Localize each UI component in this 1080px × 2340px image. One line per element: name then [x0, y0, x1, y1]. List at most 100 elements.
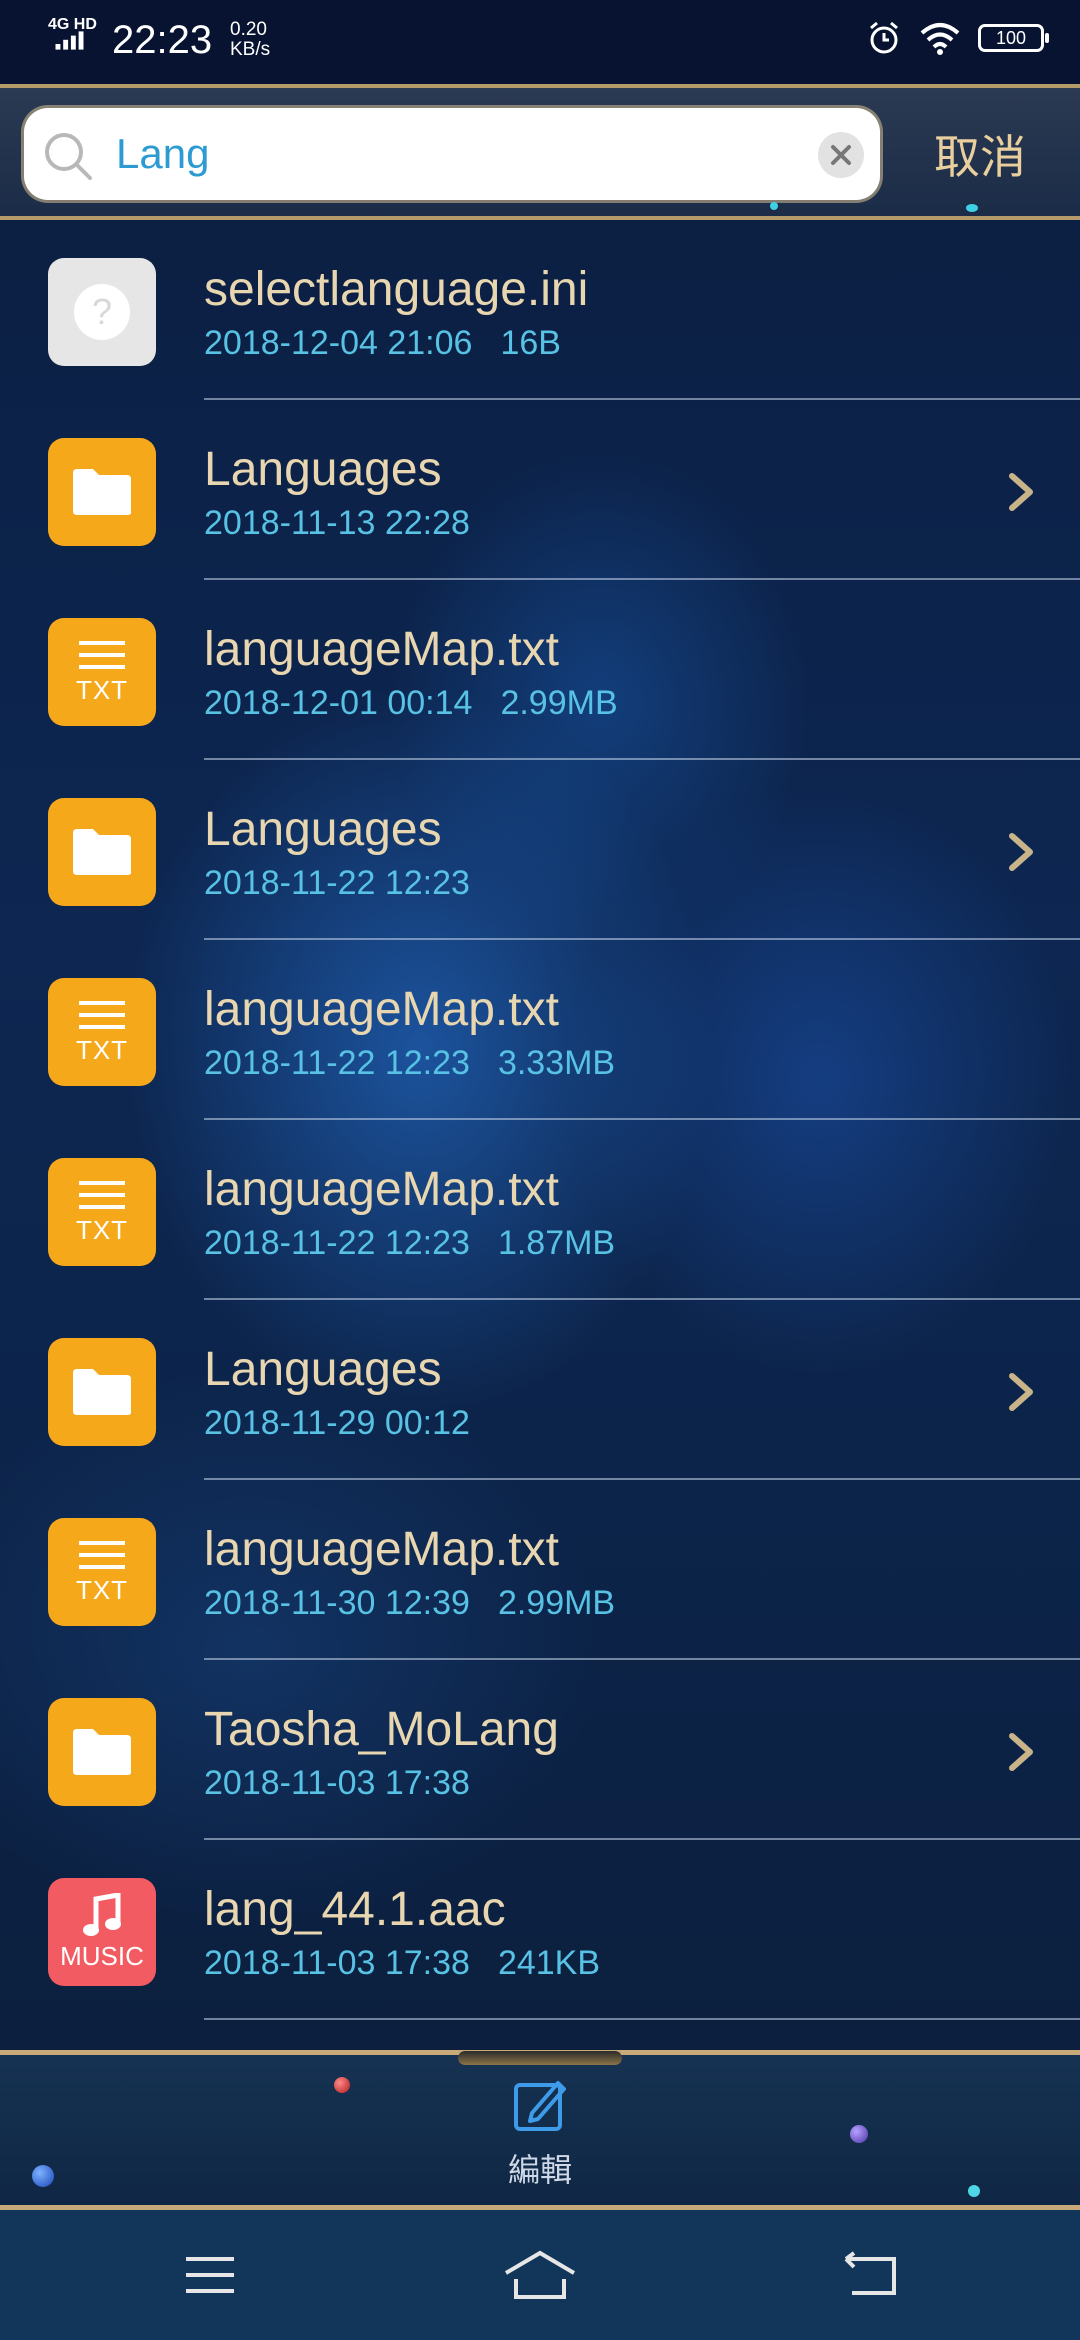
- file-date: 2018-12-01 00:14: [204, 684, 473, 722]
- back-button[interactable]: [830, 2240, 910, 2310]
- clear-search-button[interactable]: [818, 132, 864, 178]
- menu-button[interactable]: [170, 2240, 250, 2310]
- file-name: languageMap.txt: [204, 623, 559, 676]
- home-button[interactable]: [500, 2240, 580, 2310]
- search-icon: [45, 133, 92, 180]
- decorative-orb: [850, 2125, 868, 2143]
- text-file-icon: TXT: [48, 1158, 156, 1266]
- clock: 22:23: [112, 18, 213, 62]
- file-name: languageMap.txt: [204, 1163, 559, 1216]
- wifi-icon: [920, 23, 960, 55]
- search-field[interactable]: [24, 108, 880, 200]
- file-type-label: TXT: [75, 674, 129, 705]
- folder-icon: [48, 438, 156, 546]
- file-type-label: TXT: [75, 1214, 129, 1245]
- file-name: languageMap.txt: [204, 983, 559, 1036]
- menu-icon: [186, 2257, 234, 2293]
- edit-button[interactable]: 編輯: [490, 2075, 590, 2195]
- folder-row[interactable]: Languages 2018-11-22 12:23: [0, 760, 1080, 940]
- file-size: 3.33MB: [497, 1044, 616, 1082]
- file-meta: 2018-12-04 21:06 16B: [204, 324, 561, 363]
- speed-unit: KB/s: [230, 39, 271, 60]
- chevron-right-icon: [1009, 1733, 1033, 1771]
- file-date: 2018-11-22 12:23: [204, 1224, 470, 1262]
- file-name: Languages: [204, 803, 442, 856]
- toolbar-handle: [458, 2051, 622, 2065]
- file-meta: 2018-12-01 00:14 2.99MB: [204, 684, 618, 723]
- file-meta: 2018-11-30 12:39 2.99MB: [204, 1584, 615, 1623]
- file-row[interactable]: TXT languageMap.txt 2018-11-22 12:23 3.33MB: [0, 940, 1080, 1120]
- file-meta: 2018-11-29 00:12: [204, 1404, 470, 1443]
- row-divider: [204, 2018, 1080, 2020]
- file-date: 2018-11-13 22:28: [204, 504, 470, 542]
- text-file-icon: TXT: [48, 618, 156, 726]
- file-name: Taosha_MoLang: [204, 1703, 559, 1756]
- file-size: 2.99MB: [497, 1584, 616, 1622]
- file-size: 1.87MB: [497, 1224, 616, 1262]
- edit-label: 編輯: [507, 2152, 572, 2188]
- svg-text:?: ?: [92, 291, 112, 332]
- search-bar: 取消: [0, 84, 1080, 220]
- back-icon: [844, 2251, 896, 2295]
- file-row[interactable]: TXT languageMap.txt 2018-12-01 00:14 2.99MB: [0, 580, 1080, 760]
- chevron-right-icon: [1009, 833, 1033, 871]
- alarm-icon: [870, 21, 898, 54]
- search-input[interactable]: [116, 122, 816, 186]
- file-meta: 2018-11-22 12:23 3.33MB: [204, 1044, 615, 1083]
- file-size: 16B: [500, 324, 561, 362]
- file-row[interactable]: TXT languageMap.txt 2018-11-22 12:23 1.87MB: [0, 1120, 1080, 1300]
- file-date: 2018-11-22 12:23: [204, 1044, 470, 1082]
- system-navigation-bar: [0, 2210, 1080, 2340]
- file-meta: 2018-11-13 22:28: [204, 504, 470, 543]
- search-results-list: ? selectlanguage.ini 2018-12-04 21:06 16B La…: [0, 220, 1080, 2050]
- decorative-orb: [32, 2165, 54, 2187]
- folder-icon: [48, 1698, 156, 1806]
- decorative-orb: [334, 2077, 350, 2093]
- file-date: 2018-11-29 00:12: [204, 1404, 470, 1442]
- folder-row[interactable]: Taosha_MoLang 2018-11-03 17:38: [0, 1660, 1080, 1840]
- music-file-icon: MUSIC: [48, 1878, 156, 1986]
- decorative-dot: [770, 202, 778, 210]
- file-meta: 2018-11-22 12:23 1.87MB: [204, 1224, 615, 1263]
- file-name: lang_44.1.aac: [204, 1883, 506, 1936]
- close-icon: [831, 145, 851, 165]
- file-name: Languages: [204, 1343, 442, 1396]
- decorative-dot: [966, 204, 978, 212]
- chevron-right-icon: [1009, 473, 1033, 511]
- file-meta: 2018-11-03 17:38: [204, 1764, 470, 1803]
- file-type-label: MUSIC: [60, 1940, 144, 1971]
- file-date: 2018-11-22 12:23: [204, 864, 470, 902]
- unknown-file-icon: ?: [48, 258, 156, 366]
- bottom-toolbar: 編輯: [0, 2050, 1080, 2210]
- file-date: 2018-11-03 17:38: [204, 1764, 470, 1802]
- network-speed: 0.20 KB/s: [230, 20, 270, 60]
- file-name: languageMap.txt: [204, 1523, 559, 1576]
- folder-row[interactable]: Languages 2018-11-29 00:12: [0, 1300, 1080, 1480]
- file-date: 2018-11-30 12:39: [204, 1584, 470, 1622]
- file-date: 2018-11-03 17:38: [204, 1944, 470, 1982]
- battery-indicator: 100: [978, 24, 1049, 52]
- cancel-button[interactable]: 取消: [900, 114, 1060, 194]
- folder-icon: [48, 1338, 156, 1446]
- home-icon: [504, 2250, 576, 2299]
- file-type-label: TXT: [75, 1034, 129, 1065]
- text-file-icon: TXT: [48, 1518, 156, 1626]
- decorative-orb: [968, 2185, 980, 2197]
- file-row[interactable]: TXT languageMap.txt 2018-11-30 12:39 2.99MB: [0, 1480, 1080, 1660]
- file-type-label: TXT: [75, 1574, 129, 1605]
- signal-icon: [55, 31, 84, 50]
- file-date: 2018-12-04 21:06: [204, 324, 473, 362]
- chevron-right-icon: [1009, 1373, 1033, 1411]
- file-row[interactable]: ? selectlanguage.ini 2018-12-04 21:06 16B: [0, 220, 1080, 400]
- file-meta: 2018-11-03 17:38 241KB: [204, 1944, 600, 1983]
- folder-row[interactable]: Languages 2018-11-13 22:28: [0, 400, 1080, 580]
- file-size: 241KB: [497, 1944, 601, 1982]
- text-file-icon: TXT: [48, 978, 156, 1086]
- edit-icon: [514, 2081, 566, 2131]
- file-row[interactable]: MUSIC lang_44.1.aac 2018-11-03 17:38 241KB: [0, 1840, 1080, 2020]
- folder-icon: [48, 798, 156, 906]
- file-size: 2.99MB: [500, 684, 618, 722]
- status-icons: 100: [866, 20, 1049, 56]
- file-name: Languages: [204, 443, 442, 496]
- speed-value: 0.20: [230, 19, 267, 40]
